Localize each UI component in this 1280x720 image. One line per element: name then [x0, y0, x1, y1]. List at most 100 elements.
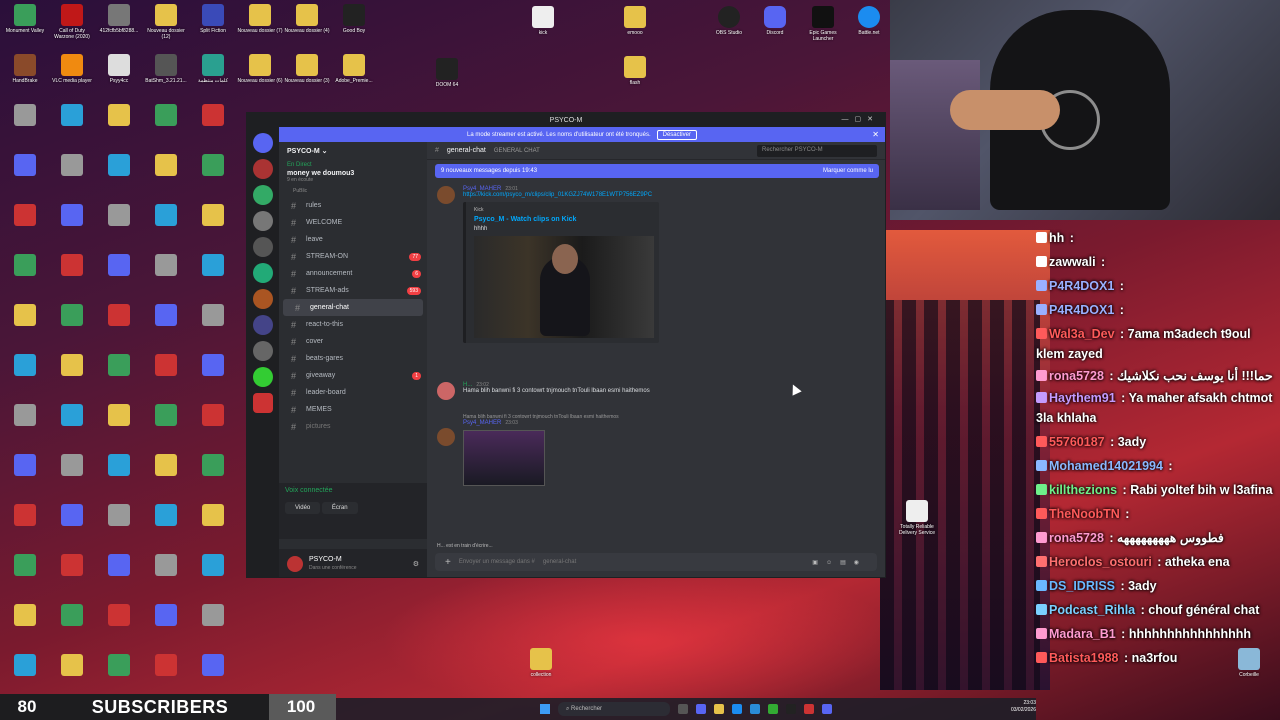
desktop-icon-trds[interactable]: Totally Reliable Delivery Service	[894, 500, 940, 536]
desktop-icon[interactable]: BatShm_3.21.21...	[143, 54, 189, 84]
desktop-icon[interactable]	[2, 304, 48, 328]
desktop-icon[interactable]	[143, 204, 189, 228]
server-icon[interactable]	[253, 289, 273, 309]
desktop-icon[interactable]	[190, 204, 236, 228]
desktop-icon-kick[interactable]: kick	[520, 6, 566, 36]
desktop-icon[interactable]	[143, 404, 189, 428]
composer-icons[interactable]: ▣☺▤◉	[812, 559, 867, 566]
desktop-icon[interactable]: Nouveau dossier (12)	[143, 4, 189, 40]
desktop-icon[interactable]	[49, 254, 95, 278]
desktop-icon[interactable]	[96, 154, 142, 178]
file-explorer-icon[interactable]	[714, 704, 724, 714]
desktop-icon[interactable]	[143, 104, 189, 128]
desktop-icon[interactable]	[143, 254, 189, 278]
desktop-icon[interactable]	[49, 654, 95, 678]
desktop-icon[interactable]	[143, 304, 189, 328]
desktop-icon[interactable]	[2, 354, 48, 378]
message-link[interactable]: https://kick.com/psyco_m/clips/clip_01KG…	[463, 192, 863, 198]
desktop-icon[interactable]	[49, 454, 95, 478]
attachment-image[interactable]	[463, 430, 545, 486]
desktop-icon[interactable]	[49, 204, 95, 228]
desktop-icon[interactable]	[96, 354, 142, 378]
desktop-icon[interactable]	[96, 104, 142, 128]
desktop-icon[interactable]	[190, 554, 236, 578]
search-input[interactable]: Rechercher PSYCO-M	[757, 144, 877, 157]
desktop-icon[interactable]	[96, 454, 142, 478]
desktop-icon[interactable]	[96, 204, 142, 228]
desktop-icon[interactable]	[143, 504, 189, 528]
desktop-icon[interactable]: Nouveau dossier (7)	[237, 4, 283, 34]
desktop-icon[interactable]	[2, 554, 48, 578]
desktop-icon[interactable]	[49, 504, 95, 528]
task-view-icon[interactable]	[678, 704, 688, 714]
desktop-icon[interactable]	[49, 154, 95, 178]
desktop-icon[interactable]	[2, 154, 48, 178]
channel-category[interactable]: PuBlic	[279, 185, 427, 197]
server-icon[interactable]	[253, 185, 273, 205]
embed-title[interactable]: Psyco_M - Watch clips on Kick	[474, 216, 651, 223]
desktop-icon[interactable]	[2, 604, 48, 628]
desktop-icon[interactable]	[96, 504, 142, 528]
desktop-icon-battlenet[interactable]: Battle.net	[846, 6, 892, 36]
screen-share-button[interactable]: Écran	[321, 502, 358, 514]
obs-taskbar-icon[interactable]	[786, 704, 796, 714]
desktop-icon[interactable]	[143, 354, 189, 378]
desktop-icon[interactable]: Call of Duty Warzone (2020)	[49, 4, 95, 40]
channel-memes[interactable]: # MEMES	[279, 401, 427, 418]
desktop-icon[interactable]: كلمات منتظمة	[190, 54, 236, 84]
desktop-icon[interactable]	[96, 554, 142, 578]
desktop-icon[interactable]	[49, 604, 95, 628]
server-icon[interactable]	[253, 341, 273, 361]
desktop-icon[interactable]	[2, 654, 48, 678]
new-messages-bar[interactable]: 9 nouveaux messages depuis 19:43 Marquer…	[435, 164, 879, 178]
channel-beats-gares[interactable]: # beats-gares	[279, 350, 427, 367]
avatar[interactable]	[437, 186, 455, 204]
disable-streamer-button[interactable]: Désactiver	[656, 129, 697, 140]
desktop-icon-collection[interactable]: collection	[518, 648, 564, 678]
desktop-icon[interactable]	[190, 104, 236, 128]
server-icon[interactable]	[253, 211, 273, 231]
mark-read-button[interactable]: Marquer comme lu	[823, 168, 873, 174]
desktop-icon[interactable]	[49, 304, 95, 328]
server-icon[interactable]	[253, 367, 273, 387]
desktop-icon[interactable]	[190, 354, 236, 378]
desktop-icon[interactable]	[190, 404, 236, 428]
channel-welcome[interactable]: # WELCOME	[279, 214, 427, 231]
desktop-icon[interactable]	[190, 504, 236, 528]
desktop-icon-emooo[interactable]: emooo	[612, 6, 658, 36]
desktop-icon[interactable]	[2, 454, 48, 478]
desktop-icon[interactable]	[2, 504, 48, 528]
opera-icon[interactable]	[804, 704, 814, 714]
video-button[interactable]: Vidéo	[285, 502, 321, 514]
channel-leader-board[interactable]: # leader-board	[279, 384, 427, 401]
desktop-icon[interactable]	[2, 404, 48, 428]
avatar[interactable]	[287, 556, 303, 572]
desktop-icon[interactable]: Nouveau dossier (3)	[284, 54, 330, 84]
chrome-icon[interactable]	[768, 704, 778, 714]
discord-taskbar-icon[interactable]	[822, 704, 832, 714]
server-icon[interactable]	[253, 393, 273, 413]
channel-leave[interactable]: # leave	[279, 231, 427, 248]
desktop-icon[interactable]	[96, 254, 142, 278]
desktop-icon[interactable]: Adobe_Premie...	[331, 54, 377, 84]
settings-gear-icon[interactable]: ⚙	[413, 560, 419, 568]
desktop-icon[interactable]	[190, 454, 236, 478]
desktop-icon[interactable]	[49, 104, 95, 128]
live-activity[interactable]: En Direct money we doumou3 9 en écoute	[279, 160, 427, 185]
desktop-icon[interactable]	[96, 304, 142, 328]
home-icon[interactable]	[253, 133, 273, 153]
desktop-icon[interactable]	[143, 604, 189, 628]
desktop-icon[interactable]	[49, 354, 95, 378]
desktop-icon[interactable]: Split Fiction	[190, 4, 236, 34]
taskbar-search[interactable]: ⌕ Rechercher	[558, 702, 670, 716]
desktop-icon[interactable]: Nouveau dossier (6)	[237, 54, 283, 84]
channel-pictures[interactable]: # pictures	[279, 418, 427, 435]
desktop-icon[interactable]	[49, 404, 95, 428]
channel-stream-on[interactable]: # STREAM-ON 77	[279, 248, 427, 265]
channel-cover[interactable]: # cover	[279, 333, 427, 350]
server-icon[interactable]	[253, 237, 273, 257]
desktop-icon-epic[interactable]: Epic Games Launcher	[800, 6, 846, 42]
server-header[interactable]: PSYCO-M ⌄	[279, 142, 427, 160]
store-icon[interactable]	[750, 704, 760, 714]
desktop-icon[interactable]	[143, 154, 189, 178]
